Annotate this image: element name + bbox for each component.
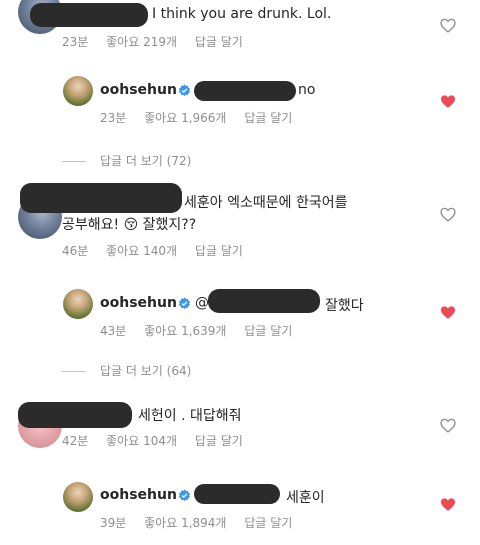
reply-username[interactable]: oohsehun [100, 487, 177, 503]
reply-meta: 43분 좋아요 1,639개 답글 달기 [100, 322, 306, 339]
like-count[interactable]: 좋아요 140개 [106, 244, 177, 258]
redacted-username [30, 3, 148, 27]
comment-time: 46분 [62, 244, 89, 258]
view-replies-label[interactable]: 답글 더 보기 (72) [100, 154, 191, 168]
like-count[interactable]: 좋아요 104개 [106, 434, 177, 448]
view-more-replies[interactable]: 답글 더 보기 (72) [62, 152, 191, 169]
comment-text-part: 공부해요! [62, 217, 120, 233]
divider-line [62, 161, 86, 162]
like-count[interactable]: 좋아요 1,639개 [144, 324, 226, 338]
reply-text: 세훈이 [286, 490, 325, 506]
comment-text: I think you are drunk. Lol. [152, 6, 332, 22]
kissing-face-emoji: 😚 [123, 217, 139, 233]
divider-line [62, 371, 86, 372]
comment-time: 42분 [62, 434, 89, 448]
sehun-avatar[interactable] [63, 76, 93, 106]
reply-button[interactable]: 답글 달기 [244, 324, 292, 338]
reply-button[interactable]: 답글 달기 [244, 516, 292, 530]
reply-meta: 39분 좋아요 1,894개 답글 달기 [100, 514, 306, 531]
redacted-mention [194, 484, 280, 504]
redacted-mention [208, 289, 320, 313]
reply-text: 잘했다 [325, 298, 364, 314]
reply-text: no [298, 82, 316, 98]
reply-username[interactable]: oohsehun [100, 82, 177, 98]
reply-meta: 23분 좋아요 1,966개 답글 달기 [100, 109, 306, 126]
verified-badge-icon [178, 84, 191, 97]
comment-meta: 46분 좋아요 140개 답글 달기 [62, 242, 257, 259]
reply-time: 23분 [100, 111, 127, 125]
like-count[interactable]: 좋아요 1,894개 [144, 516, 226, 530]
redacted-username [20, 183, 182, 213]
heart-icon[interactable] [440, 418, 456, 433]
reply-button[interactable]: 답글 달기 [244, 111, 292, 125]
view-more-replies[interactable]: 답글 더 보기 (64) [62, 362, 191, 379]
comment-text-line2: 공부해요! 😚 잘했지?? [62, 214, 196, 234]
reply-username[interactable]: oohsehun [100, 295, 177, 311]
comment-time: 23분 [62, 35, 89, 49]
comment-meta: 42분 좋아요 104개 답글 달기 [62, 432, 257, 449]
reply-button[interactable]: 답글 달기 [195, 35, 243, 49]
heart-liked-icon[interactable] [440, 305, 456, 320]
view-replies-label[interactable]: 답글 더 보기 (64) [100, 364, 191, 378]
sehun-avatar[interactable] [63, 482, 93, 512]
redacted-username [18, 402, 132, 428]
sehun-avatar[interactable] [63, 289, 93, 319]
comment-text: 세헌이 . 대답해줘 [138, 408, 242, 424]
comment-meta: 23분 좋아요 219개 답글 달기 [62, 33, 257, 50]
comment-text-line1: 세훈아 엑소때문에 한국어를 [184, 195, 348, 211]
comment-text-part: 잘했지?? [142, 217, 197, 233]
heart-liked-icon[interactable] [440, 497, 456, 512]
reply-button[interactable]: 답글 달기 [195, 434, 243, 448]
verified-badge-icon [178, 489, 191, 502]
verified-badge-icon [178, 297, 191, 310]
heart-liked-icon[interactable] [440, 94, 456, 109]
heart-icon[interactable] [440, 207, 456, 222]
reply-time: 39분 [100, 516, 127, 530]
reply-time: 43분 [100, 324, 127, 338]
reply-button[interactable]: 답글 달기 [195, 244, 243, 258]
like-count[interactable]: 좋아요 219개 [106, 35, 177, 49]
mention-prefix: @ [195, 295, 209, 311]
redacted-mention [194, 81, 296, 101]
like-count[interactable]: 좋아요 1,966개 [144, 111, 226, 125]
heart-icon[interactable] [440, 18, 456, 33]
